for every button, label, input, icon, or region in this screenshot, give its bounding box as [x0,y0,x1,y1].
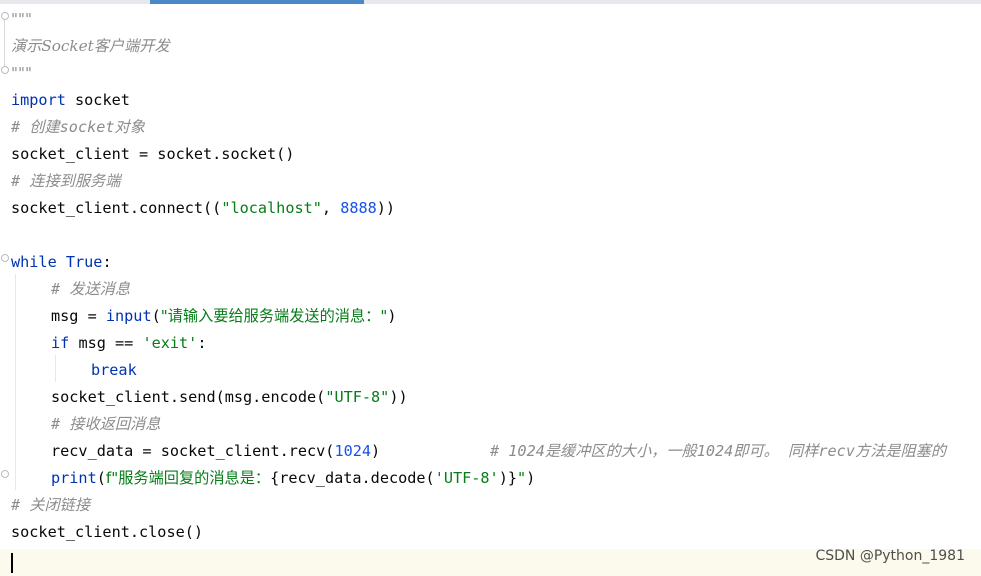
indent-guide-if [55,355,56,382]
code-text: )) [389,388,408,406]
code-line-8[interactable]: socket_client.connect(("localhost", 8888… [11,195,395,222]
code-line-6[interactable]: socket_client = socket.socket() [11,141,294,168]
docstring-text: 演示Socket客户端开发 [11,37,170,55]
code-text: ) [526,469,536,487]
text-caret [11,553,13,573]
fold-marker-while-end[interactable] [1,470,9,478]
comment-close-connection: # 关闭链接 [11,496,91,514]
comment-connect-server: # 连接到服务端 [11,172,121,190]
comment-buffer-size: # 1024是缓冲区的大小，一般1024即可。 同样recv方法是阻塞的 [490,442,947,460]
code-text: recv_data = socket_client.recv( [51,442,335,460]
fold-marker-docstring-end[interactable] [1,66,9,74]
code-text: socket_client = socket.socket() [11,145,295,163]
indent-guide-while [15,274,16,490]
fold-guide-docstring [4,12,5,72]
code-line-11[interactable]: # 发送消息 [51,276,130,303]
code-text: socket_client.close() [11,523,204,541]
code-line-17[interactable]: recv_data = socket_client.recv(1024) [51,438,380,465]
code-line-12[interactable]: msg = input("请输入要给服务端发送的消息：") [51,303,397,330]
code-text: {recv_data.decode( [270,469,435,487]
code-line-19[interactable]: # 关闭链接 [11,492,90,519]
code-text: socket [65,91,130,109]
code-line-17-comment[interactable]: # 1024是缓冲区的大小，一般1024即可。 同样recv方法是阻塞的 [490,438,946,465]
string-prompt: "请输入要给服务端发送的消息：" [160,307,388,325]
code-text: , [321,199,341,217]
code-text: ) [371,442,381,460]
code-line-2[interactable]: 演示Socket客户端开发 [11,33,170,60]
code-line-10[interactable]: while True: [11,249,112,276]
builtin-print: print [51,469,97,487]
code-line-7[interactable]: # 连接到服务端 [11,168,120,195]
keyword-import: import [11,91,66,109]
code-line-14[interactable]: break [91,357,137,384]
code-text: ( [151,307,161,325]
code-text: )} [498,469,517,487]
comment-send-message: # 发送消息 [51,280,131,298]
comment-receive-message: # 接收返回消息 [51,415,161,433]
code-text: socket_client.send(msg.encode( [51,388,326,406]
fold-marker-docstring-start[interactable] [1,12,9,20]
keyword-break: break [91,361,137,379]
docstring-open: """ [11,10,32,28]
keyword-true: True [65,253,103,271]
code-line-16[interactable]: # 接收返回消息 [51,411,160,438]
code-line-5[interactable]: # 创建socket对象 [11,114,145,141]
code-text: : [197,334,207,352]
keyword-while: while [11,253,57,271]
code-text: )) [376,199,396,217]
code-text: ) [387,307,397,325]
code-line-13[interactable]: if msg == 'exit': [51,330,206,357]
code-text: socket_client.connect(( [11,199,222,217]
fstring-start: f"服务端回复的消息是： [105,469,271,487]
code-line-20[interactable]: socket_client.close() [11,519,203,546]
fold-marker-while[interactable] [1,254,9,262]
code-line-15[interactable]: socket_client.send(msg.encode("UTF-8")) [51,384,408,411]
number-buffer: 1024 [334,442,372,460]
comment-create-socket: # 创建socket对象 [11,118,145,136]
string-utf8: "UTF-8" [325,388,390,406]
code-text: msg = [51,307,106,325]
code-text: msg == [69,334,143,352]
string-localhost: "localhost" [221,199,322,217]
string-utf8-decode: 'UTF-8' [434,469,499,487]
code-line-1[interactable]: """ [11,6,32,33]
code-line-4[interactable]: import socket [11,87,130,114]
docstring-close: """ [11,64,32,82]
code-text: : [102,253,112,271]
code-line-18[interactable]: print(f"服务端回复的消息是：{recv_data.decode('UTF… [51,465,535,492]
fstring-end: " [517,469,527,487]
code-editor[interactable]: """ 演示Socket客户端开发 """ import socket # 创建… [0,4,981,576]
keyword-if: if [51,334,70,352]
string-exit: 'exit' [142,334,198,352]
code-text: ( [96,469,106,487]
number-port: 8888 [340,199,377,217]
builtin-input: input [105,307,152,325]
code-line-3[interactable]: """ [11,60,32,87]
watermark: CSDN @Python_1981 [815,548,965,564]
